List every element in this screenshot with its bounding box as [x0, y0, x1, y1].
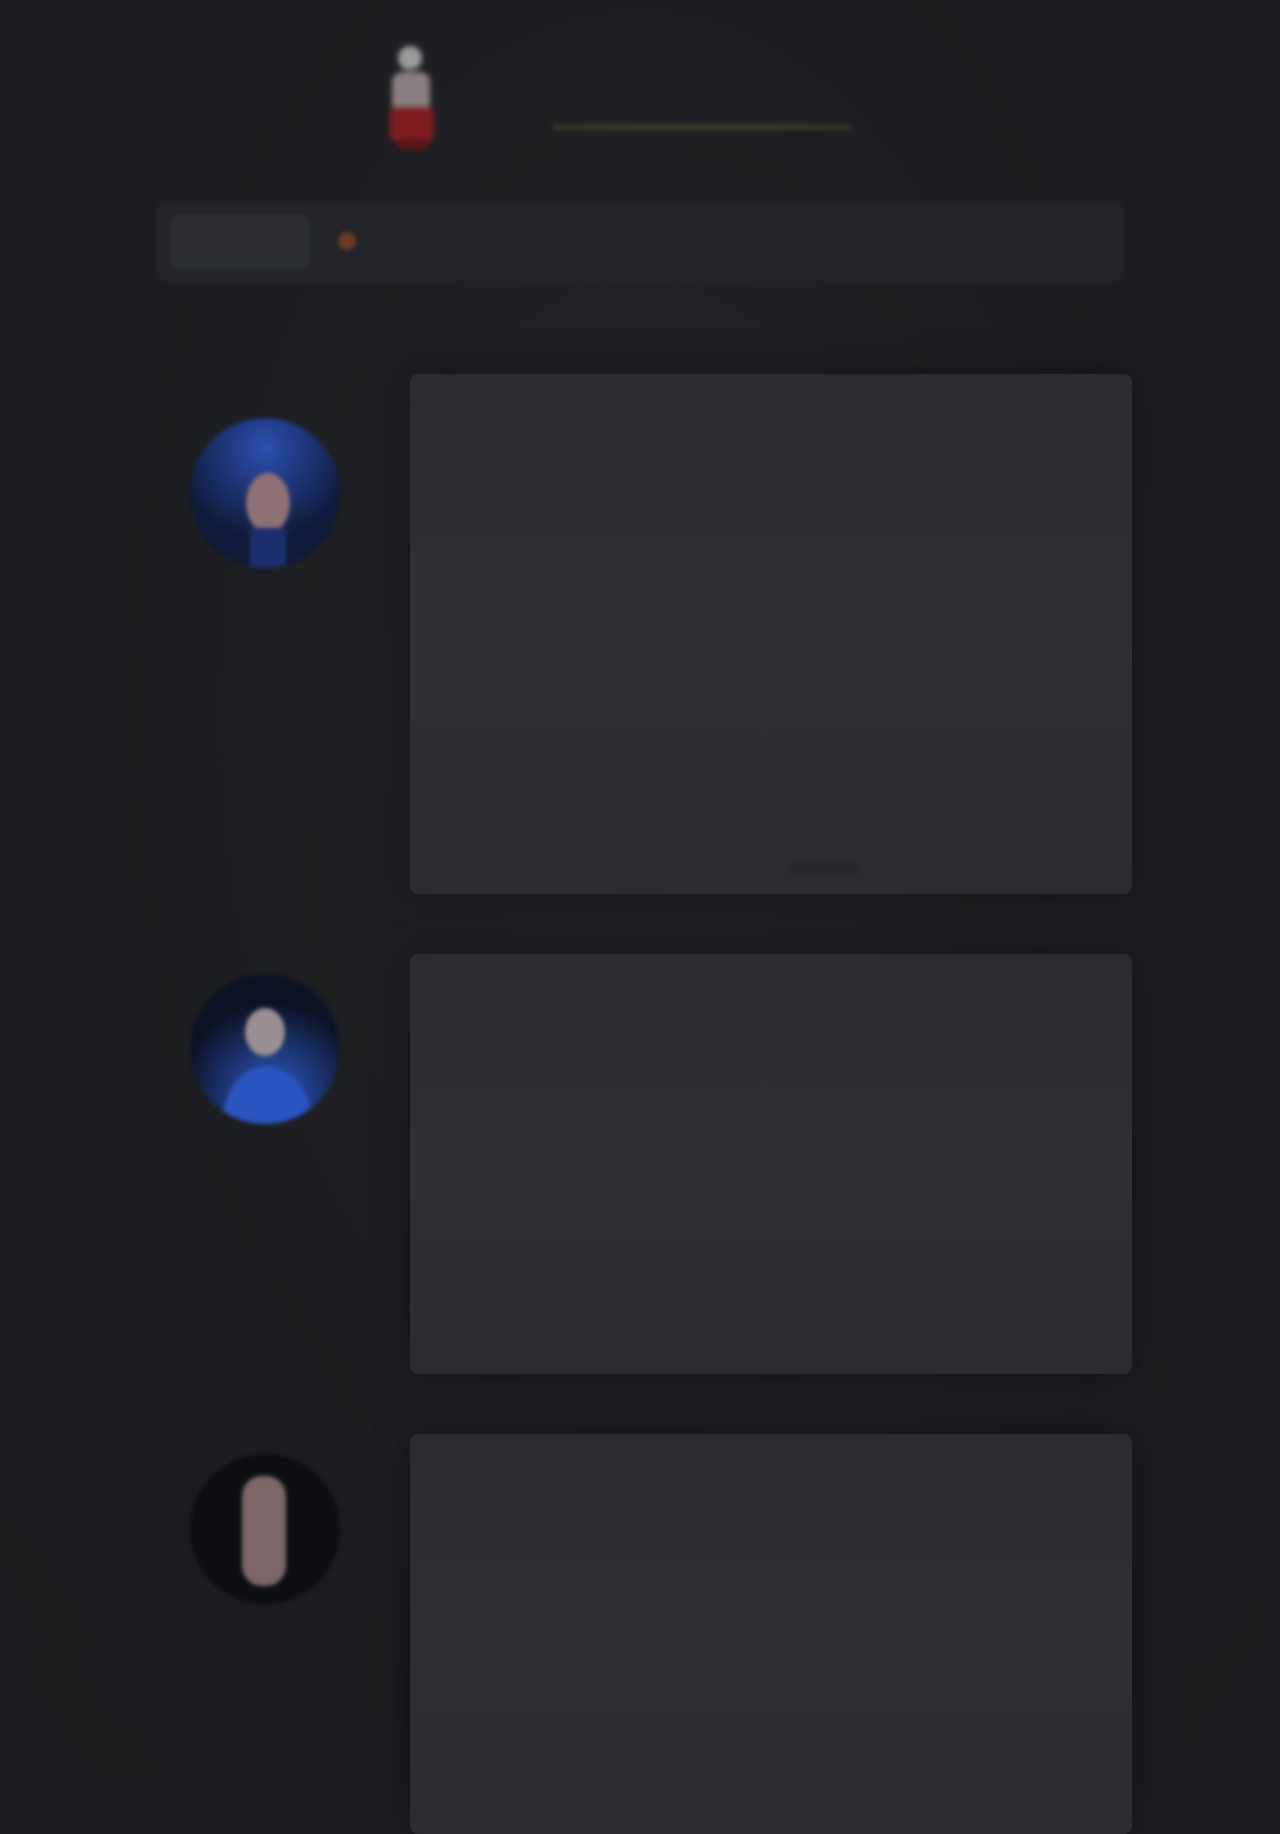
person-avatar-icon [190, 1454, 340, 1604]
profile-card [410, 954, 1132, 1374]
logo-tagline [552, 124, 852, 130]
avatar[interactable] [190, 974, 340, 1124]
profile-card [410, 374, 1132, 894]
person-avatar-icon [190, 974, 340, 1124]
site-logo-wordmark[interactable] [480, 58, 490, 108]
nav-indicator-icon [338, 232, 356, 250]
figure-logo-icon[interactable] [368, 38, 458, 154]
avatar[interactable] [190, 1454, 340, 1604]
person-avatar-icon [190, 418, 340, 568]
card-footer-link[interactable] [790, 864, 860, 874]
avatar[interactable] [190, 418, 340, 568]
page [0, 0, 1280, 1834]
site-header [0, 0, 1280, 170]
nav-item-home[interactable] [170, 214, 310, 270]
profile-card [410, 1434, 1132, 1834]
